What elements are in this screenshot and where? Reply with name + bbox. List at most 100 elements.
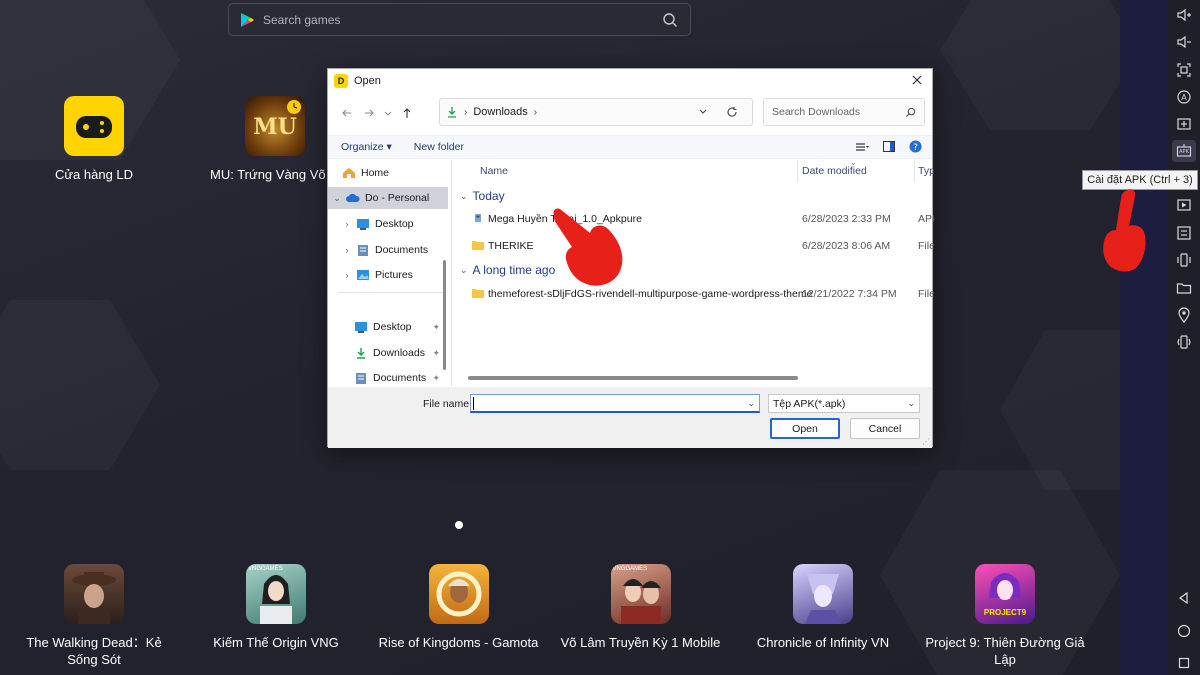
help-icon: ? — [909, 140, 922, 153]
vo-lam-icon: VNGGAMES — [610, 564, 671, 624]
rotate-button[interactable] — [1172, 249, 1196, 271]
preview-pane-button[interactable] — [883, 141, 895, 152]
breadcrumb-chevron-icon: › — [464, 106, 468, 118]
search-icon[interactable] — [662, 12, 678, 28]
refresh-icon[interactable] — [726, 106, 738, 118]
dock-app-chronicle-of-infinity[interactable]: Chronicle of Infinity VN — [743, 564, 903, 651]
record-button[interactable] — [1172, 194, 1196, 216]
search-games-bar[interactable]: Search games — [228, 3, 691, 36]
file-date: 6/28/2023 2:33 PM — [802, 213, 891, 225]
nav-quick-downloads[interactable]: Downloads ✦ — [328, 342, 448, 364]
group-label: A long time ago — [472, 263, 556, 277]
group-header-long-time-ago[interactable]: ⌄ A long time ago — [460, 263, 555, 277]
nav-desktop[interactable]: › Desktop — [328, 213, 448, 235]
breadcrumb-downloads[interactable]: Downloads — [473, 106, 527, 118]
nav-pane-scrollbar[interactable] — [443, 260, 446, 370]
expand-chevron-icon[interactable]: › — [342, 245, 352, 255]
column-divider[interactable] — [797, 160, 798, 182]
shake-button[interactable] — [1172, 331, 1196, 353]
folder-button[interactable] — [1172, 277, 1196, 299]
nav-home[interactable]: Home — [328, 162, 448, 184]
collapse-chevron-icon: ⌄ — [460, 264, 468, 275]
volume-down-icon — [1177, 35, 1191, 49]
search-downloads-input[interactable]: Search Downloads — [763, 98, 925, 126]
dock-app-kiem-the[interactable]: VNGGAMES Kiếm Thế Origin VNG — [196, 564, 356, 651]
dock-app-walking-dead[interactable]: The Walking Dead：Kẻ Sống Sót — [14, 564, 174, 668]
chevron-down-icon[interactable] — [698, 106, 708, 116]
up-nav-button[interactable] — [396, 102, 418, 124]
app-mu-trung-vang[interactable]: MU MU: Trứng Vàng Võ H — [205, 96, 345, 183]
arrow-right-icon — [365, 109, 374, 117]
back-button[interactable] — [1172, 587, 1196, 609]
add-button[interactable] — [1172, 113, 1196, 135]
bg-hexagon — [0, 300, 160, 470]
chevron-down-icon[interactable]: ⌄ — [747, 398, 755, 409]
address-bar[interactable]: › Downloads › — [439, 98, 753, 126]
cancel-button[interactable]: Cancel — [850, 418, 920, 439]
desktop-folder-icon — [355, 322, 367, 333]
chevron-down-icon — [384, 111, 392, 116]
page-indicator-dot[interactable] — [455, 521, 463, 529]
column-name[interactable]: Name — [480, 165, 508, 177]
dialog-footer: File name: ⌄ Tệp APK(*.apk) ⌄ Open Cance… — [328, 387, 932, 448]
auto-operation-button[interactable]: A — [1172, 86, 1196, 108]
pointing-hand-icon — [553, 208, 623, 286]
expand-chevron-icon[interactable]: › — [342, 219, 352, 229]
file-type-select[interactable]: Tệp APK(*.apk) ⌄ — [768, 394, 920, 413]
dock-app-rise-of-kingdoms[interactable]: Rise of Kingdoms - Gamota — [371, 564, 546, 651]
dock-app-project-9[interactable]: PROJECT9 Project 9: Thiên Đường Giả Lập — [915, 564, 1095, 668]
expand-chevron-icon[interactable]: ⌄ — [332, 193, 342, 204]
screenshot-crop-icon — [1177, 63, 1191, 77]
back-nav-button[interactable] — [336, 102, 358, 124]
file-type: File — [918, 288, 934, 300]
home-icon — [343, 168, 355, 178]
nav-label: Do - Personal — [365, 192, 430, 204]
volume-up-button[interactable] — [1172, 4, 1196, 26]
install-apk-button[interactable]: APK — [1172, 140, 1196, 162]
group-header-today[interactable]: ⌄ Today — [460, 189, 505, 203]
column-divider[interactable] — [914, 160, 915, 182]
location-button[interactable] — [1172, 304, 1196, 326]
nav-onedrive-personal[interactable]: ⌄ Do - Personal — [328, 187, 448, 209]
organize-menu[interactable]: Organize ▾ — [341, 141, 392, 153]
file-name-input[interactable]: ⌄ — [470, 394, 760, 413]
file-row[interactable]: Mega Huyền Thoại_1.0_Apkpure 6/28/2023 2… — [454, 208, 934, 230]
shared-folder-button[interactable] — [1172, 222, 1196, 244]
file-list-horizontal-scrollbar[interactable] — [468, 376, 798, 380]
nav-documents[interactable]: › Documents — [328, 239, 448, 261]
view-options-button[interactable] — [855, 142, 869, 152]
svg-text:?: ? — [913, 143, 918, 153]
dock-app-vo-lam[interactable]: VNGGAMES Võ Lâm Truyền Kỳ 1 Mobile — [553, 564, 728, 651]
volume-down-button[interactable] — [1172, 31, 1196, 53]
file-row[interactable]: THERIKE 6/28/2023 8:06 AM File — [454, 235, 934, 257]
forward-nav-button[interactable] — [358, 102, 380, 124]
recent-apps-button[interactable] — [1172, 652, 1196, 674]
rotate-phone-icon — [1177, 253, 1191, 267]
expand-chevron-icon[interactable]: › — [342, 270, 352, 280]
open-button[interactable]: Open — [770, 418, 840, 439]
vng-badge: VNGGAMES — [612, 566, 648, 572]
file-row[interactable]: themeforest-sDljFdGS-rivendell-multipurp… — [454, 283, 934, 305]
column-date-modified[interactable]: Date modified — [802, 165, 867, 177]
new-folder-button[interactable]: New folder — [414, 141, 464, 153]
nav-label: Documents — [373, 372, 427, 384]
nav-quick-desktop[interactable]: Desktop ✦ — [328, 316, 448, 338]
pin-icon: ✦ — [432, 372, 440, 383]
column-type[interactable]: Typ — [918, 165, 934, 177]
apk-icon-text: APK — [1179, 149, 1189, 155]
nav-quick-documents[interactable]: Documents ✦ — [328, 367, 448, 386]
close-icon[interactable] — [910, 73, 924, 87]
auto-a-icon: A — [1177, 90, 1191, 104]
help-button[interactable]: ? — [909, 140, 922, 153]
resize-grip-icon[interactable]: ⋰ — [922, 437, 930, 446]
recent-locations-button[interactable] — [380, 102, 396, 124]
screenshot-button[interactable] — [1172, 59, 1196, 81]
file-name-label: File name: — [423, 398, 473, 410]
app-ld-store[interactable]: Cửa hàng LD — [44, 96, 144, 183]
dialog-title-bar[interactable]: D Open — [328, 69, 932, 93]
search-downloads-placeholder: Search Downloads — [772, 106, 861, 118]
home-button[interactable] — [1172, 620, 1196, 642]
nav-pictures[interactable]: › Pictures — [328, 264, 448, 286]
file-name: themeforest-sDljFdGS-rivendell-multipurp… — [488, 288, 813, 300]
file-type: APK — [918, 213, 934, 225]
